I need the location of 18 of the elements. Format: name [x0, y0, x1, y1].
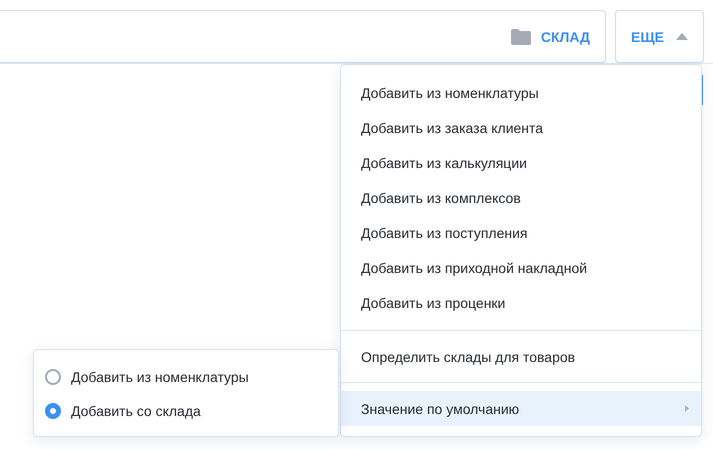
menu-item[interactable]: Добавить из проценки	[341, 285, 701, 320]
menu-item[interactable]: Добавить из заказа клиента	[341, 110, 701, 145]
radio-button[interactable]	[45, 403, 61, 419]
menu-item[interactable]: Добавить из поступления	[341, 215, 701, 250]
option-label: Добавить из номенклатуры	[71, 369, 249, 385]
caret-icon	[676, 33, 688, 40]
menu-item[interactable]: Добавить из калькуляции	[341, 145, 701, 180]
menu-item[interactable]: Добавить из номенклатуры	[341, 75, 701, 110]
option-label: Добавить со склада	[71, 403, 201, 419]
menu-item[interactable]: Добавить из приходной накладной	[341, 250, 701, 285]
folder-icon	[510, 28, 531, 44]
menu-item[interactable]: Значение по умолчанию	[341, 391, 701, 426]
submenu-arrow-icon	[685, 405, 689, 412]
menu-item[interactable]: Определить склады для товаров	[341, 339, 701, 374]
radio-button[interactable]	[45, 369, 61, 385]
radio-option[interactable]: Добавить со склада	[34, 394, 338, 428]
menu-item[interactable]: Добавить из комплексов	[341, 180, 701, 215]
radio-option[interactable]: Добавить из номенклатуры	[34, 360, 338, 394]
